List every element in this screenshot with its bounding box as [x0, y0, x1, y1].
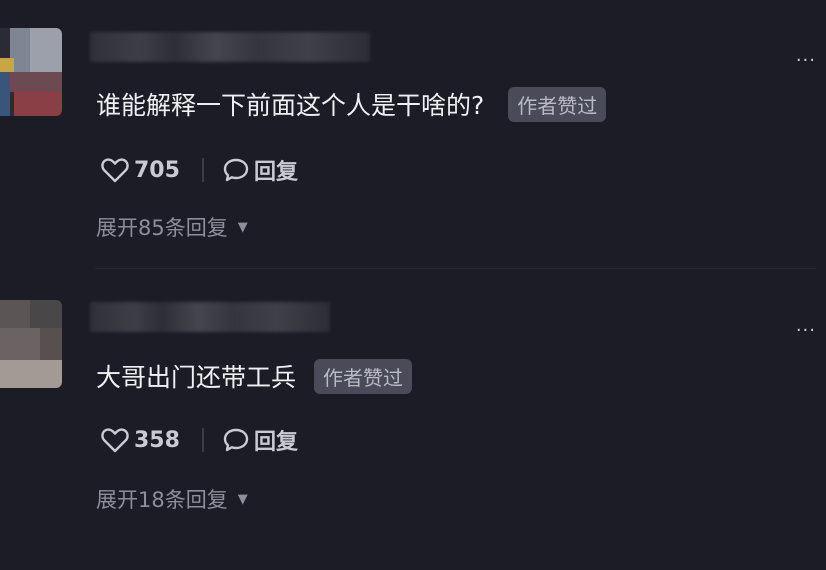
expand-replies-label: 展开85条回复 [96, 216, 228, 240]
speech-bubble-icon [223, 428, 249, 452]
reply-label: 回复 [253, 430, 298, 455]
reply-button[interactable]: 回复 [222, 424, 298, 456]
heart-icon [101, 428, 129, 453]
like-count: 705 [134, 157, 180, 183]
comment-item: ··· 谁能解释一下前面这个人是干啥的? 作者赞过 705 回复 展开85条回复… [0, 0, 826, 270]
comment-text: 大哥出门还带工兵 [96, 363, 297, 392]
comment-text: 谁能解释一下前面这个人是干啥的? [96, 91, 485, 120]
like-count: 358 [134, 427, 180, 453]
username-blurred[interactable] [90, 302, 330, 332]
expand-replies-button[interactable]: 展开85条回复 ▼ [96, 212, 248, 242]
divider [201, 158, 204, 182]
caret-down-icon: ▼ [237, 219, 248, 235]
author-liked-badge: 作者赞过 [508, 86, 607, 122]
expand-replies-button[interactable]: 展开18条回复 ▼ [96, 484, 248, 514]
speech-bubble-icon [223, 158, 249, 182]
more-dots-icon[interactable]: ··· [796, 52, 816, 70]
reply-button[interactable]: 回复 [222, 154, 298, 186]
avatar[interactable] [0, 28, 62, 116]
heart-icon [101, 158, 129, 183]
like-button[interactable]: 358 [100, 426, 180, 454]
divider [201, 428, 204, 452]
more-dots-icon[interactable]: ··· [796, 322, 816, 340]
author-liked-badge: 作者赞过 [314, 358, 413, 394]
comment-divider [95, 268, 816, 269]
like-button[interactable]: 705 [100, 156, 180, 184]
avatar[interactable] [0, 300, 62, 388]
comment-item: ··· 大哥出门还带工兵 作者赞过 358 回复 展开18条回复 ▼ [0, 270, 826, 570]
expand-replies-label: 展开18条回复 [96, 488, 228, 512]
username-blurred[interactable] [90, 32, 370, 62]
reply-label: 回复 [253, 160, 298, 185]
caret-down-icon: ▼ [237, 491, 248, 507]
